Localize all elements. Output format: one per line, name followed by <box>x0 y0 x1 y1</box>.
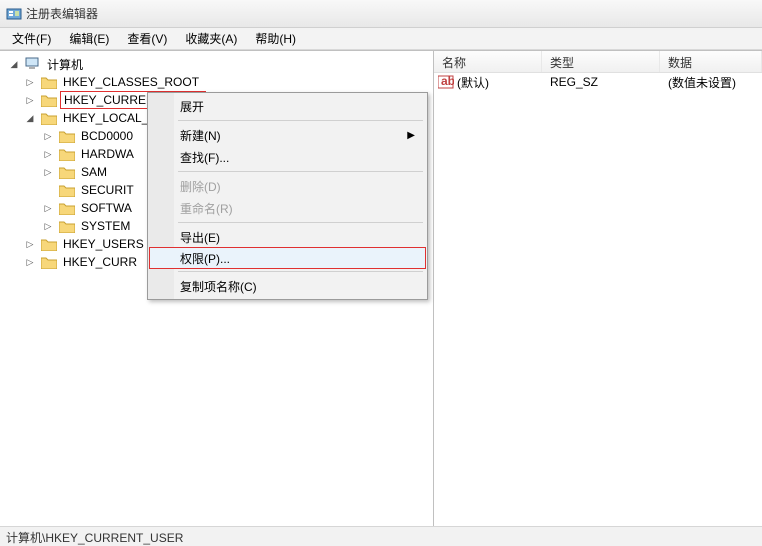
folder-icon <box>59 129 75 143</box>
status-path: 计算机\HKEY_CURRENT_USER <box>6 531 183 545</box>
folder-icon <box>59 165 75 179</box>
ctx-expand[interactable]: 展开 <box>150 95 425 117</box>
folder-icon <box>59 219 75 233</box>
expand-icon[interactable]: ▷ <box>42 220 54 232</box>
status-bar: 计算机\HKEY_CURRENT_USER <box>0 526 762 546</box>
value-name: (默认) <box>457 74 489 91</box>
regedit-icon <box>6 6 22 22</box>
menu-help[interactable]: 帮助(H) <box>247 28 304 49</box>
menu-edit[interactable]: 编辑(E) <box>61 28 117 49</box>
ctx-export[interactable]: 导出(E) <box>150 226 425 248</box>
folder-icon <box>59 201 75 215</box>
expand-icon[interactable]: ▷ <box>42 130 54 142</box>
submenu-arrow-icon: ▶ <box>407 130 415 141</box>
tree-root[interactable]: ◢ 计算机 <box>2 55 431 73</box>
folder-icon <box>41 237 57 251</box>
ctx-new[interactable]: 新建(N)▶ <box>150 124 425 146</box>
col-type-header[interactable]: 类型 <box>542 51 660 72</box>
tree-item-label: HKEY_USERS <box>60 236 147 252</box>
ctx-separator <box>178 171 423 172</box>
expand-icon[interactable]: ▷ <box>24 76 36 88</box>
title-bar: 注册表编辑器 <box>0 0 762 28</box>
expand-icon[interactable]: ▷ <box>24 256 36 268</box>
collapse-icon[interactable]: ◢ <box>24 112 36 124</box>
tree-item-label: HKEY_CLASSES_ROOT <box>60 74 202 90</box>
expand-icon[interactable]: ▷ <box>24 94 36 106</box>
computer-icon <box>25 57 41 71</box>
no-expand-icon <box>42 184 54 196</box>
ctx-rename: 重命名(R) <box>150 197 425 219</box>
tree-root-label: 计算机 <box>44 55 86 74</box>
menu-favorites[interactable]: 收藏夹(A) <box>177 28 245 49</box>
expand-icon[interactable]: ▷ <box>42 148 54 160</box>
expand-icon[interactable]: ▷ <box>42 166 54 178</box>
list-header: 名称 类型 数据 <box>434 51 762 73</box>
tree-item-label: HKEY_CURR <box>60 254 140 270</box>
tree-item-label: SYSTEM <box>78 218 133 234</box>
tree-item-label: SOFTWA <box>78 200 135 216</box>
col-name-header[interactable]: 名称 <box>434 51 542 72</box>
collapse-icon[interactable]: ◢ <box>8 58 20 70</box>
menu-view[interactable]: 查看(V) <box>119 28 175 49</box>
tree-item-label: HARDWA <box>78 146 137 162</box>
expand-icon[interactable]: ▷ <box>42 202 54 214</box>
ctx-separator <box>178 222 423 223</box>
ctx-separator <box>178 271 423 272</box>
col-data-header[interactable]: 数据 <box>660 51 762 72</box>
context-menu: 展开 新建(N)▶ 查找(F)... 删除(D) 重命名(R) 导出(E) 权限… <box>147 92 428 300</box>
string-value-icon: ab <box>438 75 454 89</box>
folder-icon <box>59 147 75 161</box>
ctx-separator <box>178 120 423 121</box>
window-title: 注册表编辑器 <box>26 5 98 22</box>
tree-item-label: BCD0000 <box>78 128 136 144</box>
tree-item-hkcr[interactable]: ▷ HKEY_CLASSES_ROOT <box>2 73 431 91</box>
value-type: REG_SZ <box>542 75 660 89</box>
ctx-delete: 删除(D) <box>150 175 425 197</box>
tree-item-label: SECURIT <box>78 182 137 198</box>
menu-bar: 文件(F) 编辑(E) 查看(V) 收藏夹(A) 帮助(H) <box>0 28 762 50</box>
folder-icon <box>41 75 57 89</box>
folder-icon <box>41 255 57 269</box>
tree-item-label: SAM <box>78 164 110 180</box>
ctx-find[interactable]: 查找(F)... <box>150 146 425 168</box>
svg-text:ab: ab <box>441 75 454 88</box>
ctx-copy-key-name[interactable]: 复制项名称(C) <box>150 275 425 297</box>
value-data: (数值未设置) <box>660 74 762 91</box>
folder-icon <box>41 93 57 107</box>
ctx-permissions[interactable]: 权限(P)... <box>149 247 426 269</box>
folder-icon <box>41 111 57 125</box>
folder-icon <box>59 183 75 197</box>
list-row[interactable]: ab (默认) REG_SZ (数值未设置) <box>434 73 762 91</box>
value-list-pane: 名称 类型 数据 ab (默认) REG_SZ (数值未设置) <box>434 51 762 526</box>
menu-file[interactable]: 文件(F) <box>4 28 59 49</box>
expand-icon[interactable]: ▷ <box>24 238 36 250</box>
